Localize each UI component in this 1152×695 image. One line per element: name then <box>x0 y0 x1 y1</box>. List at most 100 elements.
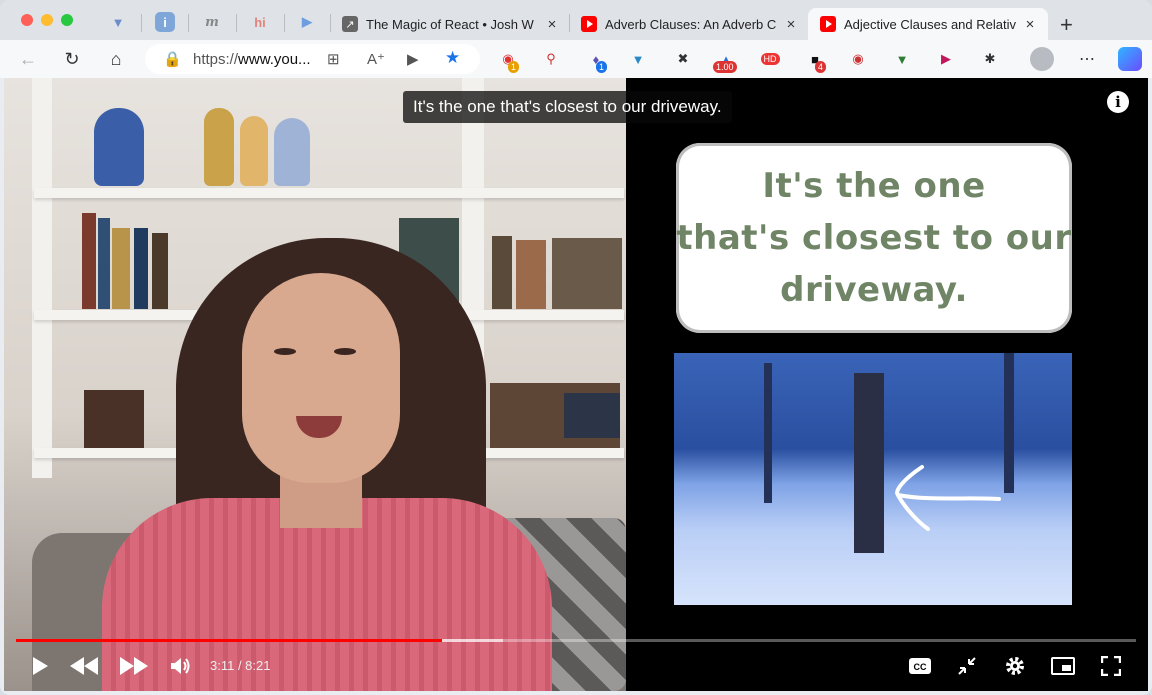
speed-badge: 1.00 <box>713 61 737 73</box>
tab-title: The Magic of React • Josh W Comeau <box>366 16 538 32</box>
book <box>564 393 620 438</box>
extension-search-icon[interactable]: ⚲ <box>541 49 561 69</box>
seek-back-button[interactable] <box>68 654 100 678</box>
time-display: 3:11 / 8:21 <box>210 658 271 673</box>
hd-badge: HD <box>760 53 780 65</box>
browser-toolbar: ← ↻ ⌂ 🔒 https://www.you... ⊞ A⁺ ▶ ★ ◉ 1 … <box>0 40 1152 78</box>
seek-back-icon <box>70 657 98 675</box>
extension-speed-icon[interactable]: ▲ 1.00 <box>713 49 737 73</box>
reload-icon[interactable]: ↻ <box>59 46 85 72</box>
seek-forward-button[interactable] <box>118 654 150 678</box>
youtube-icon <box>820 16 836 32</box>
slide-text-line: It's the one <box>762 166 986 206</box>
extension-puzzle-icon[interactable]: ♦ 1 <box>586 49 608 73</box>
video-frame-slide: It's the one that's closest to our drive… <box>626 78 1148 691</box>
copilot-icon[interactable] <box>1118 47 1142 71</box>
book <box>98 218 110 309</box>
tab-strip: ▼ i m hi ▶ ↗ The Magic of React • Josh W… <box>0 0 1152 44</box>
book <box>134 228 148 309</box>
extension-badge: 1 <box>596 61 608 73</box>
more-menu-icon[interactable]: ⋯ <box>1077 49 1097 69</box>
app-grid-icon[interactable]: ⊞ <box>327 50 340 68</box>
bookshelf-shelf <box>34 188 624 198</box>
book <box>516 240 546 309</box>
youtube-icon <box>581 16 597 32</box>
miniplayer-icon <box>1051 657 1075 675</box>
tab-separator <box>141 14 142 32</box>
person-eye <box>274 348 296 355</box>
lock-icon: 🔒 <box>163 51 182 68</box>
extension-badge: 1 <box>508 61 520 73</box>
favorite-star-icon[interactable]: ★ <box>445 48 460 68</box>
info-icon[interactable]: i <box>1107 91 1129 113</box>
extension-play-icon[interactable]: ▶ <box>936 49 956 69</box>
extension-record-icon[interactable]: ◉ 1 <box>498 49 520 73</box>
tab-close-button[interactable]: × <box>783 16 799 33</box>
collapse-icon <box>958 657 976 675</box>
pinned-tab-m-icon[interactable]: m <box>202 12 222 32</box>
maximize-window-button[interactable] <box>61 14 73 26</box>
url-text: https://www.you... <box>193 51 311 68</box>
book <box>152 233 168 309</box>
video-player[interactable]: It's the one that's closest to our drive… <box>4 78 1148 691</box>
book <box>82 213 96 309</box>
tree-trunk <box>764 363 772 503</box>
closed-caption: It's the one that's closest to our drive… <box>403 91 732 123</box>
miniplayer-button[interactable] <box>1049 654 1077 678</box>
settings-button[interactable] <box>1002 654 1028 678</box>
progress-bar[interactable] <box>16 639 1136 642</box>
extension-square-icon[interactable]: ■ 4 <box>805 49 827 73</box>
tab-close-button[interactable]: × <box>1022 16 1038 33</box>
pinned-tab-d-icon[interactable]: ▶ <box>297 12 317 32</box>
nesting-doll <box>274 118 310 186</box>
new-tab-button[interactable]: + <box>1060 12 1073 38</box>
fullscreen-button[interactable] <box>1098 654 1124 678</box>
gear-icon <box>1006 657 1024 675</box>
volume-icon <box>171 658 190 674</box>
slide-text-card: It's the one that's closest to our drive… <box>676 143 1072 333</box>
extension-camera-icon[interactable]: ◉ <box>848 49 868 69</box>
pinned-tab-v-icon[interactable]: ▼ <box>108 12 128 32</box>
extension-cross-icon[interactable]: ✖ <box>673 49 693 69</box>
close-window-button[interactable] <box>21 14 33 26</box>
svg-text:CC: CC <box>914 662 927 672</box>
extension-download-icon[interactable]: ▼ <box>892 49 912 69</box>
seek-forward-icon <box>120 657 148 675</box>
browser-window: ▼ i m hi ▶ ↗ The Magic of React • Josh W… <box>0 0 1152 695</box>
tab-adjective-clauses[interactable]: Adjective Clauses and Relative Pronouns … <box>808 8 1048 40</box>
book <box>84 390 144 448</box>
pinned-tab-info-icon[interactable]: i <box>155 12 175 32</box>
nesting-doll <box>204 108 234 186</box>
tab-adverb-clauses[interactable]: Adverb Clauses: An Adverb Clause × <box>569 8 807 40</box>
captions-button[interactable]: CC <box>906 654 934 678</box>
tab-magic-of-react[interactable]: ↗ The Magic of React • Josh W Comeau × <box>330 8 568 40</box>
profile-avatar[interactable] <box>1030 47 1054 71</box>
tree-trunk <box>1004 353 1014 493</box>
book <box>492 236 512 309</box>
person-eye <box>334 348 356 355</box>
extension-v-icon[interactable]: ▼ <box>628 49 648 69</box>
volume-button[interactable] <box>168 654 194 678</box>
book <box>552 238 622 309</box>
extensions-icon[interactable]: ✱ <box>980 49 1000 69</box>
book <box>112 228 130 309</box>
figurine <box>94 108 144 186</box>
arrow-annotation <box>895 465 1001 531</box>
home-icon[interactable]: ⌂ <box>103 46 129 72</box>
minimize-window-button[interactable] <box>41 14 53 26</box>
back-arrow-icon[interactable]: ← <box>15 46 41 72</box>
screen-cast-icon[interactable]: ▶ <box>407 50 419 68</box>
tab-separator <box>188 14 189 32</box>
tab-close-button[interactable]: × <box>544 16 560 33</box>
extension-hd-icon[interactable]: HD <box>760 49 780 69</box>
play-button[interactable] <box>28 654 52 678</box>
fullscreen-icon <box>1101 656 1121 676</box>
slide-text: It's the one that's closest to our drive… <box>676 160 1071 316</box>
address-bar[interactable]: 🔒 https://www.you... ⊞ A⁺ ▶ ★ <box>145 44 480 74</box>
cc-icon: CC <box>909 658 931 674</box>
minimize-player-button[interactable] <box>954 654 980 678</box>
read-aloud-icon[interactable]: A⁺ <box>367 50 385 68</box>
nesting-doll <box>240 116 268 186</box>
pinned-tab-hi-icon[interactable]: hi <box>250 12 270 32</box>
snowy-driveway-photo <box>674 353 1072 605</box>
